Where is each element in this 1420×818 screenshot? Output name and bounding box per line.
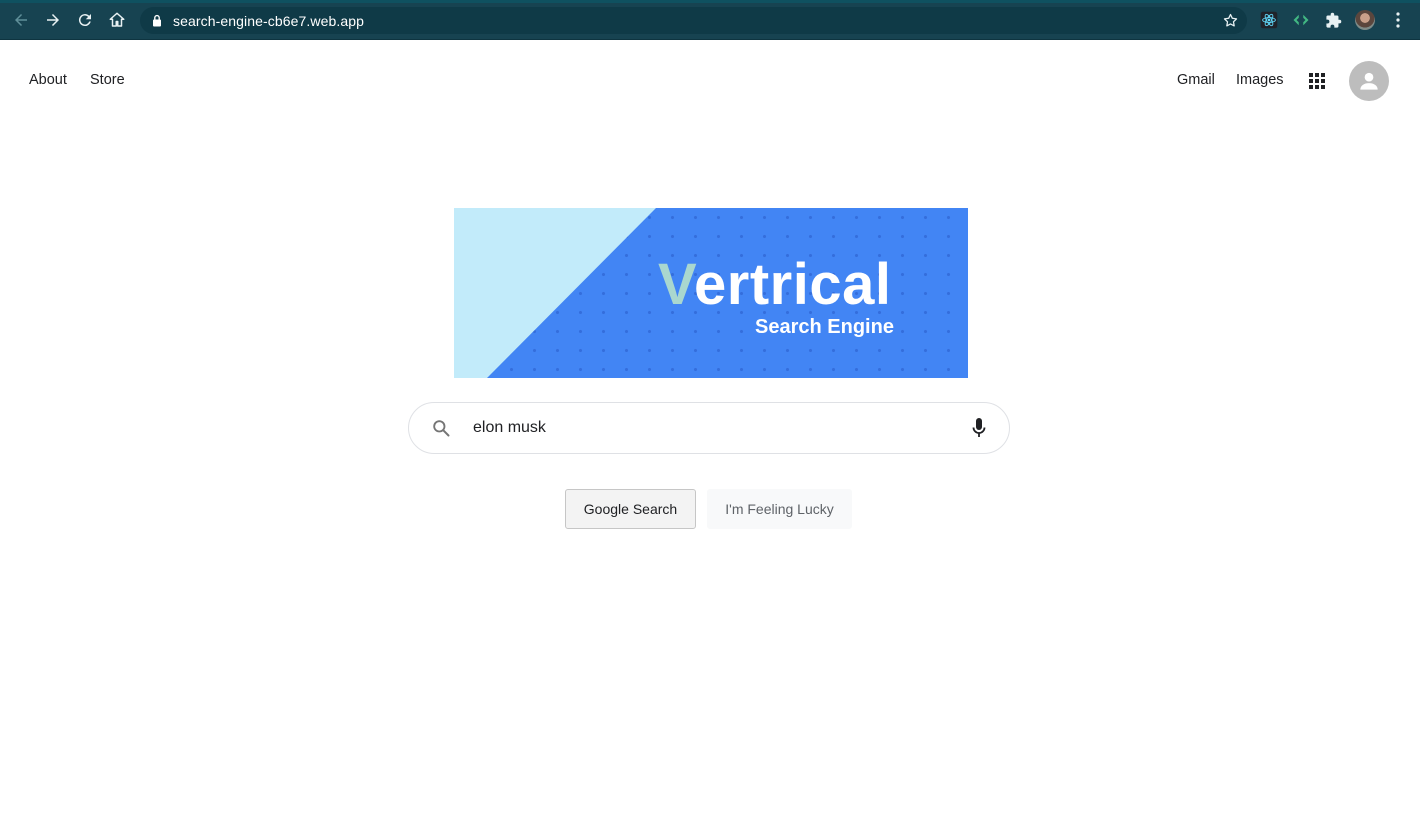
feeling-lucky-button[interactable]: I'm Feeling Lucky [707, 489, 852, 529]
account-avatar-icon[interactable] [1349, 61, 1389, 101]
logo-lead-letter: V [658, 252, 694, 317]
reload-icon[interactable] [75, 10, 95, 30]
about-link[interactable]: About [29, 72, 67, 88]
gmail-link[interactable]: Gmail [1177, 72, 1215, 88]
search-input[interactable] [473, 415, 943, 441]
lock-icon [152, 14, 162, 32]
apps-grid-icon[interactable] [1309, 73, 1325, 89]
vue-devtools-icon[interactable] [1291, 10, 1311, 30]
search-icon [431, 418, 451, 443]
address-bar[interactable]: search-engine-cb6e7.web.app [140, 7, 1247, 34]
microphone-icon[interactable] [971, 417, 987, 444]
browser-toolbar: search-engine-cb6e7.web.app [0, 0, 1420, 40]
react-devtools-icon[interactable] [1259, 10, 1279, 30]
tab-strip-edge [0, 0, 1420, 3]
page-header: About Store Gmail Images [0, 41, 1420, 121]
forward-icon[interactable] [43, 10, 63, 30]
logo-word-rest: ertrical [694, 252, 892, 317]
logo-wordmark: Vertrical [658, 256, 891, 314]
extensions-puzzle-icon[interactable] [1323, 10, 1343, 30]
store-link[interactable]: Store [90, 72, 125, 88]
google-search-button[interactable]: Google Search [565, 489, 696, 529]
bookmark-star-icon[interactable] [1222, 12, 1239, 34]
url-text: search-engine-cb6e7.web.app [173, 13, 365, 29]
browser-menu-icon[interactable] [1388, 10, 1408, 30]
back-icon[interactable] [11, 10, 31, 30]
search-box[interactable] [408, 402, 1010, 454]
home-icon[interactable] [107, 10, 127, 30]
images-link[interactable]: Images [1236, 72, 1284, 88]
profile-avatar-icon[interactable] [1355, 10, 1375, 30]
logo-subtitle: Search Engine [755, 316, 894, 338]
vertrical-logo: Vertrical Search Engine [454, 208, 968, 378]
